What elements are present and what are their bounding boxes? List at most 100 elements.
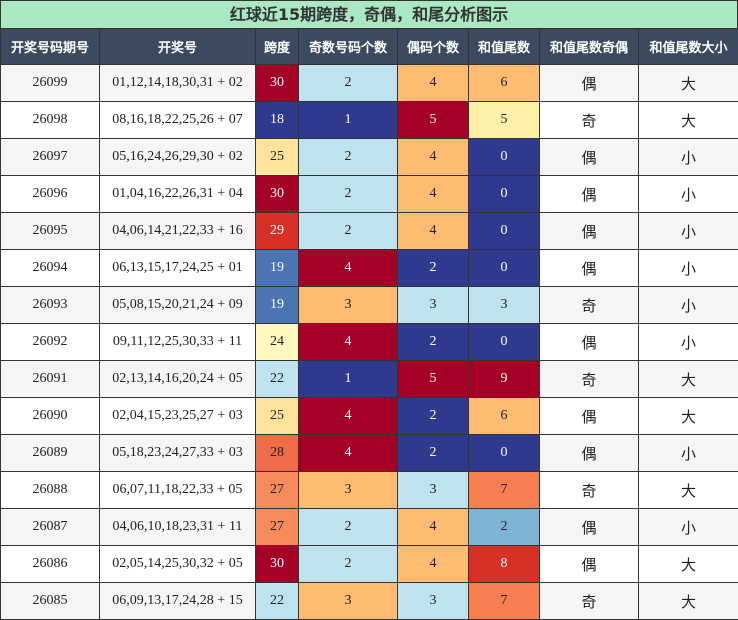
numbers-cell: 02,05,14,25,30,32 + 05 <box>100 546 256 583</box>
sum-tail-cell: 7 <box>469 583 540 620</box>
tail-size-cell: 大 <box>639 361 738 398</box>
analysis-table: 开奖号码期号 开奖号 跨度 奇数号码个数 偶码个数 和值尾数 和值尾数奇偶 和值… <box>0 28 738 620</box>
span-cell: 30 <box>256 546 299 583</box>
table-row: 2609406,13,15,17,24,25 + 0119420偶小 <box>1 250 738 287</box>
span-cell: 25 <box>256 139 299 176</box>
odd-count-cell: 1 <box>299 361 398 398</box>
issue-cell: 26090 <box>1 398 100 435</box>
sum-tail-cell: 0 <box>469 139 540 176</box>
table-row: 2608506,09,13,17,24,28 + 1522337奇大 <box>1 583 738 620</box>
numbers-cell: 05,18,23,24,27,33 + 03 <box>100 435 256 472</box>
table-row: 2609705,16,24,26,29,30 + 0225240偶小 <box>1 139 738 176</box>
even-count-cell: 3 <box>398 472 469 509</box>
tail-parity-cell: 偶 <box>540 398 639 435</box>
sum-tail-cell: 0 <box>469 213 540 250</box>
issue-cell: 26094 <box>1 250 100 287</box>
tail-size-cell: 大 <box>639 102 738 139</box>
tail-size-cell: 小 <box>639 176 738 213</box>
header-tail-parity: 和值尾数奇偶 <box>540 29 639 65</box>
tail-parity-cell: 奇 <box>540 472 639 509</box>
tail-size-cell: 大 <box>639 65 738 102</box>
sum-tail-cell: 0 <box>469 176 540 213</box>
sum-tail-cell: 0 <box>469 435 540 472</box>
numbers-cell: 09,11,12,25,30,33 + 11 <box>100 324 256 361</box>
sum-tail-cell: 0 <box>469 250 540 287</box>
table-row: 2608602,05,14,25,30,32 + 0530248偶大 <box>1 546 738 583</box>
odd-count-cell: 2 <box>299 176 398 213</box>
tail-size-cell: 大 <box>639 472 738 509</box>
table-row: 2609305,08,15,20,21,24 + 0919333奇小 <box>1 287 738 324</box>
tail-parity-cell: 奇 <box>540 287 639 324</box>
even-count-cell: 5 <box>398 102 469 139</box>
issue-cell: 26085 <box>1 583 100 620</box>
table-row: 2609901,12,14,18,30,31 + 0230246偶大 <box>1 65 738 102</box>
span-cell: 30 <box>256 65 299 102</box>
even-count-cell: 2 <box>398 435 469 472</box>
issue-cell: 26099 <box>1 65 100 102</box>
table-row: 2609504,06,14,21,22,33 + 1629240偶小 <box>1 213 738 250</box>
span-cell: 25 <box>256 398 299 435</box>
odd-count-cell: 3 <box>299 472 398 509</box>
header-span: 跨度 <box>256 29 299 65</box>
sum-tail-cell: 6 <box>469 398 540 435</box>
even-count-cell: 2 <box>398 398 469 435</box>
odd-count-cell: 2 <box>299 546 398 583</box>
span-cell: 28 <box>256 435 299 472</box>
tail-parity-cell: 奇 <box>540 583 639 620</box>
table-row: 2609808,16,18,22,25,26 + 0718155奇大 <box>1 102 738 139</box>
even-count-cell: 4 <box>398 65 469 102</box>
odd-count-cell: 4 <box>299 324 398 361</box>
numbers-cell: 04,06,14,21,22,33 + 16 <box>100 213 256 250</box>
numbers-cell: 02,13,14,16,20,24 + 05 <box>100 361 256 398</box>
table-row: 2609209,11,12,25,30,33 + 1124420偶小 <box>1 324 738 361</box>
header-even-count: 偶码个数 <box>398 29 469 65</box>
odd-count-cell: 2 <box>299 139 398 176</box>
odd-count-cell: 2 <box>299 65 398 102</box>
even-count-cell: 2 <box>398 250 469 287</box>
issue-cell: 26092 <box>1 324 100 361</box>
odd-count-cell: 3 <box>299 583 398 620</box>
numbers-cell: 06,07,11,18,22,33 + 05 <box>100 472 256 509</box>
odd-count-cell: 2 <box>299 509 398 546</box>
tail-size-cell: 小 <box>639 509 738 546</box>
numbers-cell: 06,09,13,17,24,28 + 15 <box>100 583 256 620</box>
tail-size-cell: 小 <box>639 324 738 361</box>
issue-cell: 26093 <box>1 287 100 324</box>
numbers-cell: 02,04,15,23,25,27 + 03 <box>100 398 256 435</box>
sum-tail-cell: 2 <box>469 509 540 546</box>
numbers-cell: 08,16,18,22,25,26 + 07 <box>100 102 256 139</box>
sum-tail-cell: 9 <box>469 361 540 398</box>
tail-size-cell: 小 <box>639 139 738 176</box>
issue-cell: 26088 <box>1 472 100 509</box>
header-numbers: 开奖号 <box>100 29 256 65</box>
even-count-cell: 3 <box>398 583 469 620</box>
table-row: 2609002,04,15,23,25,27 + 0325426偶大 <box>1 398 738 435</box>
even-count-cell: 5 <box>398 361 469 398</box>
chart-canvas: 红球近15期跨度，奇偶，和尾分析图示 开奖号码期号 开奖号 跨度 奇数号码个数 … <box>0 0 738 618</box>
tail-size-cell: 大 <box>639 546 738 583</box>
header-odd-count: 奇数号码个数 <box>299 29 398 65</box>
span-cell: 27 <box>256 472 299 509</box>
sum-tail-cell: 8 <box>469 546 540 583</box>
tail-parity-cell: 偶 <box>540 213 639 250</box>
table-row: 2609102,13,14,16,20,24 + 0522159奇大 <box>1 361 738 398</box>
tail-size-cell: 小 <box>639 435 738 472</box>
odd-count-cell: 4 <box>299 398 398 435</box>
tail-parity-cell: 偶 <box>540 435 639 472</box>
numbers-cell: 05,16,24,26,29,30 + 02 <box>100 139 256 176</box>
table-row: 2608905,18,23,24,27,33 + 0328420偶小 <box>1 435 738 472</box>
tail-size-cell: 小 <box>639 250 738 287</box>
span-cell: 19 <box>256 250 299 287</box>
tail-parity-cell: 偶 <box>540 65 639 102</box>
even-count-cell: 4 <box>398 176 469 213</box>
header-issue: 开奖号码期号 <box>1 29 100 65</box>
tail-size-cell: 大 <box>639 398 738 435</box>
issue-cell: 26089 <box>1 435 100 472</box>
odd-count-cell: 1 <box>299 102 398 139</box>
header-row: 开奖号码期号 开奖号 跨度 奇数号码个数 偶码个数 和值尾数 和值尾数奇偶 和值… <box>1 29 738 65</box>
odd-count-cell: 4 <box>299 435 398 472</box>
tail-size-cell: 小 <box>639 213 738 250</box>
tail-parity-cell: 偶 <box>540 509 639 546</box>
span-cell: 29 <box>256 213 299 250</box>
issue-cell: 26098 <box>1 102 100 139</box>
